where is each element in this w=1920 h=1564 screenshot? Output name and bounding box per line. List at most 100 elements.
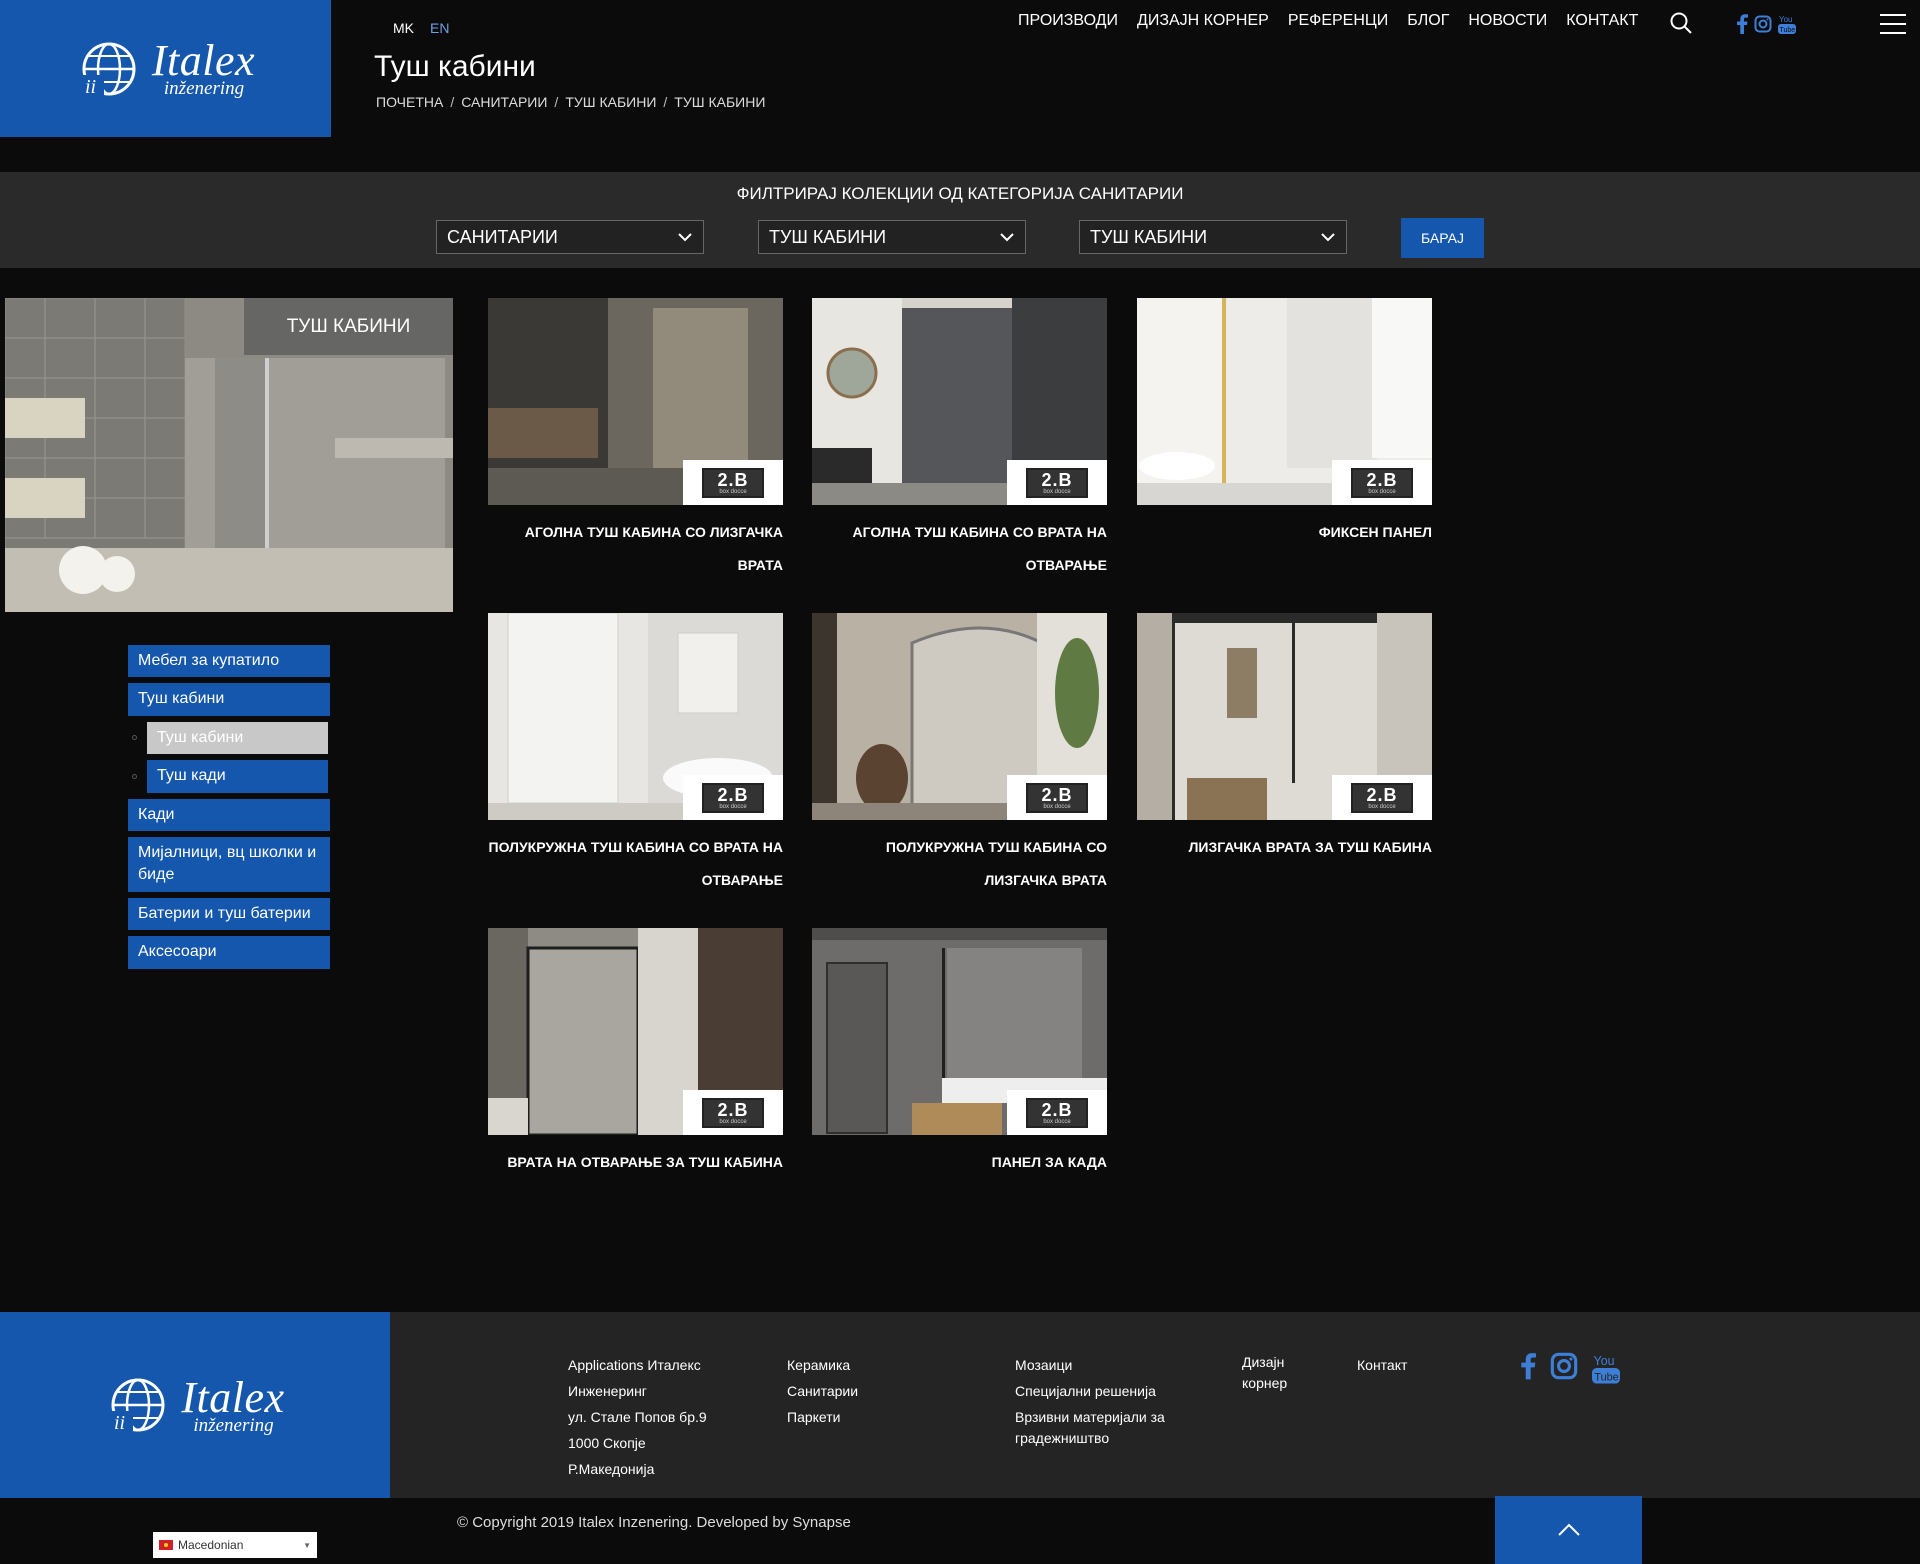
logo-word: Italex bbox=[151, 36, 256, 85]
category-select[interactable]: САНИТАРИИ bbox=[436, 220, 704, 254]
product-image[interactable]: 2.B box docce bbox=[488, 298, 783, 505]
logo-link[interactable]: ii Italex inženering bbox=[0, 0, 331, 137]
sidebar-item-faucets[interactable]: Батерии и туш батерии bbox=[128, 897, 330, 931]
product-card[interactable]: 2.B box docce ЛИЗГАЧКА ВРАТА ЗА ТУШ КАБИН… bbox=[1137, 613, 1432, 864]
back-to-top-button[interactable] bbox=[1495, 1496, 1642, 1564]
svg-text:Tube: Tube bbox=[1594, 1371, 1618, 1383]
chevron-down-icon bbox=[678, 233, 692, 242]
product-card[interactable]: 2.B box docce ПОЛУКРУЖНА ТУШ КАБИНА СО ЛИ… bbox=[812, 613, 1107, 897]
footer-link-special-solutions[interactable]: Специјални решенија bbox=[1015, 1378, 1175, 1404]
logo-word: Italex bbox=[181, 1372, 285, 1422]
product-card[interactable]: 2.B box docce ПОЛУКРУЖНА ТУШ КАБИНА СО ВР… bbox=[488, 613, 783, 897]
svg-text:You: You bbox=[1594, 1354, 1615, 1368]
filter-bar: ФИЛТРИРАЈ КОЛЕКЦИИ ОД КАТЕГОРИЈА САНИТАР… bbox=[0, 172, 1920, 268]
product-name[interactable]: ЛИЗГАЧКА ВРАТА ЗА ТУШ КАБИНА bbox=[1137, 831, 1432, 864]
product-name[interactable]: ПОЛУКРУЖНА ТУШ КАБИНА СО ЛИЗГАЧКА ВРАТА bbox=[812, 831, 1107, 897]
product-image[interactable]: 2.B box docce bbox=[488, 928, 783, 1135]
product-name[interactable]: ПАНЕЛ ЗА КАДА bbox=[812, 1146, 1107, 1179]
subcategory-select[interactable]: ТУШ КАБИНИ bbox=[758, 220, 1026, 254]
nav-design-corner[interactable]: ДИЗАЈН КОРНЕР bbox=[1137, 12, 1269, 30]
product-image[interactable]: 2.B box docce bbox=[812, 613, 1107, 820]
instagram-icon[interactable] bbox=[1550, 1352, 1578, 1380]
language-select[interactable]: Macedonian ▼ bbox=[153, 1532, 317, 1558]
product-name[interactable]: ПОЛУКРУЖНА ТУШ КАБИНА СО ВРАТА НА ОТВАРА… bbox=[488, 831, 783, 897]
collection-select[interactable]: ТУШ КАБИНИ bbox=[1079, 220, 1347, 254]
brand-name: 2.B bbox=[717, 469, 749, 490]
sidebar-item-sinks-toilets[interactable]: Мијалници, вц школки и биде bbox=[128, 836, 330, 892]
product-image[interactable]: 2.B box docce bbox=[1137, 613, 1432, 820]
product-card[interactable]: 2.B box docce АГОЛНА ТУШ КАБИНА СО ЛИЗГАЧ… bbox=[488, 298, 783, 582]
filter-search-button[interactable]: БАРАЈ bbox=[1401, 218, 1484, 258]
sidebar-subitem-shower-cabins-link[interactable]: Туш кабини bbox=[147, 721, 328, 755]
search-icon[interactable] bbox=[1668, 10, 1694, 36]
breadcrumb-current: ТУШ КАБИНИ bbox=[674, 94, 766, 110]
svg-text:You: You bbox=[1779, 15, 1793, 24]
nav-products[interactable]: ПРОИЗВОДИ bbox=[1018, 12, 1118, 30]
chevron-down-icon: ▼ bbox=[303, 1540, 311, 1550]
product-image[interactable]: 2.B box docce bbox=[812, 298, 1107, 505]
product-image[interactable]: 2.B box docce bbox=[1137, 298, 1432, 505]
language-switcher: MK EN bbox=[393, 20, 449, 36]
sidebar-item-bathroom-furniture[interactable]: Мебел за купатило bbox=[128, 645, 330, 678]
product-name[interactable]: ВРАТА НА ОТВАРАЊЕ ЗА ТУШ КАБИНА bbox=[488, 1146, 783, 1179]
footer-links-2: Мозаици Специјални решенија Врзивни мате… bbox=[1015, 1352, 1175, 1449]
menu-icon[interactable] bbox=[1880, 14, 1906, 34]
brand-sub: box docce bbox=[1043, 488, 1071, 495]
footer-link-sanitary[interactable]: Санитарии bbox=[787, 1378, 937, 1404]
sidebar-item-shower-cabins[interactable]: Туш кабини bbox=[128, 683, 330, 716]
instagram-icon[interactable] bbox=[1754, 15, 1772, 33]
globe-logo-icon: ii bbox=[81, 42, 136, 97]
breadcrumb-separator: / bbox=[663, 94, 668, 110]
product-image[interactable]: 2.B box docce bbox=[488, 613, 783, 820]
footer-logo-link[interactable]: ii Italex inženering bbox=[0, 1312, 390, 1498]
lang-mk-link[interactable]: MK bbox=[393, 20, 414, 36]
product-name[interactable]: АГОЛНА ТУШ КАБИНА СО ЛИЗГАЧКА ВРАТА bbox=[488, 516, 783, 582]
breadcrumb-sanitary[interactable]: САНИТАРИИ bbox=[461, 94, 547, 110]
brand-sub: box docce bbox=[1043, 1118, 1071, 1125]
breadcrumb-home[interactable]: ПОЧЕТНА bbox=[376, 94, 443, 110]
footer-link-contact[interactable]: Контакт bbox=[1357, 1352, 1437, 1378]
logo: ii Italex inženering bbox=[76, 39, 255, 98]
filter-title: ФИЛТРИРАЈ КОЛЕКЦИИ ОД КАТЕГОРИЈА САНИТАР… bbox=[736, 184, 1184, 203]
sidebar-item-accessories[interactable]: Аксесоари bbox=[128, 936, 330, 969]
product-card[interactable]: 2.B box docce ПАНЕЛ ЗА КАДА bbox=[812, 928, 1107, 1179]
footer-link-parquet[interactable]: Паркети bbox=[787, 1404, 937, 1430]
sidebar-subitem-shower-trays-link[interactable]: Туш кади bbox=[147, 760, 328, 793]
product-name[interactable]: ФИКСЕН ПАНЕЛ bbox=[1137, 516, 1432, 549]
nav-news[interactable]: НОВОСТИ bbox=[1468, 12, 1547, 30]
breadcrumb-shower-cabins[interactable]: ТУШ КАБИНИ bbox=[565, 94, 656, 110]
site-footer: ii Italex inženering Applications Италек… bbox=[0, 1312, 1920, 1498]
brand-name: 2.B bbox=[1041, 1099, 1073, 1120]
brand-name: 2.B bbox=[717, 784, 749, 805]
youtube-icon[interactable]: You Tube bbox=[1592, 1352, 1620, 1384]
address-country: Р.Македонија bbox=[568, 1461, 655, 1477]
svg-text:ii: ii bbox=[85, 76, 96, 97]
product-card[interactable]: 2.B box docce ВРАТА НА ОТВАРАЊЕ ЗА ТУШ КА… bbox=[488, 928, 783, 1179]
nav-references[interactable]: РЕФЕРЕНЦИ bbox=[1288, 12, 1388, 30]
sidebar-item-bathtubs[interactable]: Кади bbox=[128, 798, 330, 831]
youtube-icon[interactable]: You Tube bbox=[1778, 14, 1796, 34]
brand-badge: 2.B box docce bbox=[683, 460, 783, 505]
brand-sub: box docce bbox=[1368, 803, 1396, 810]
nav-blog[interactable]: БЛОГ bbox=[1407, 12, 1449, 30]
product-card[interactable]: 2.B box docce АГОЛНА ТУШ КАБИНА СО ВРАТА … bbox=[812, 298, 1107, 582]
footer-link-design-corner[interactable]: Дизајн корнер bbox=[1242, 1352, 1302, 1394]
product-card[interactable]: 2.B box docce ФИКСЕН ПАНЕЛ bbox=[1137, 298, 1432, 549]
facebook-icon[interactable] bbox=[1520, 1352, 1536, 1380]
product-name[interactable]: АГОЛНА ТУШ КАБИНА СО ВРАТА НА ОТВАРАЊЕ bbox=[812, 516, 1107, 582]
chevron-down-icon bbox=[1321, 233, 1335, 242]
product-image[interactable]: 2.B box docce bbox=[812, 928, 1107, 1135]
footer-link-binding-materials[interactable]: Врзивни материјали за градежништво bbox=[1015, 1407, 1175, 1449]
social-links-header: You Tube bbox=[1736, 14, 1796, 34]
footer-link-ceramics[interactable]: Керамика bbox=[787, 1352, 937, 1378]
lang-en-link[interactable]: EN bbox=[430, 20, 449, 36]
nav-contact[interactable]: КОНТАКТ bbox=[1566, 12, 1638, 30]
logo-sub: inženering bbox=[193, 1414, 274, 1436]
facebook-icon[interactable] bbox=[1736, 14, 1748, 34]
bullet-icon bbox=[132, 773, 137, 779]
brand-sub: box docce bbox=[1368, 488, 1396, 495]
category-hero-image: ТУШ КАБИНИ bbox=[5, 298, 453, 612]
breadcrumb-separator: / bbox=[554, 94, 559, 110]
brand-badge: 2.B box docce bbox=[1332, 775, 1432, 820]
footer-link-mosaics[interactable]: Мозаици bbox=[1015, 1352, 1175, 1378]
